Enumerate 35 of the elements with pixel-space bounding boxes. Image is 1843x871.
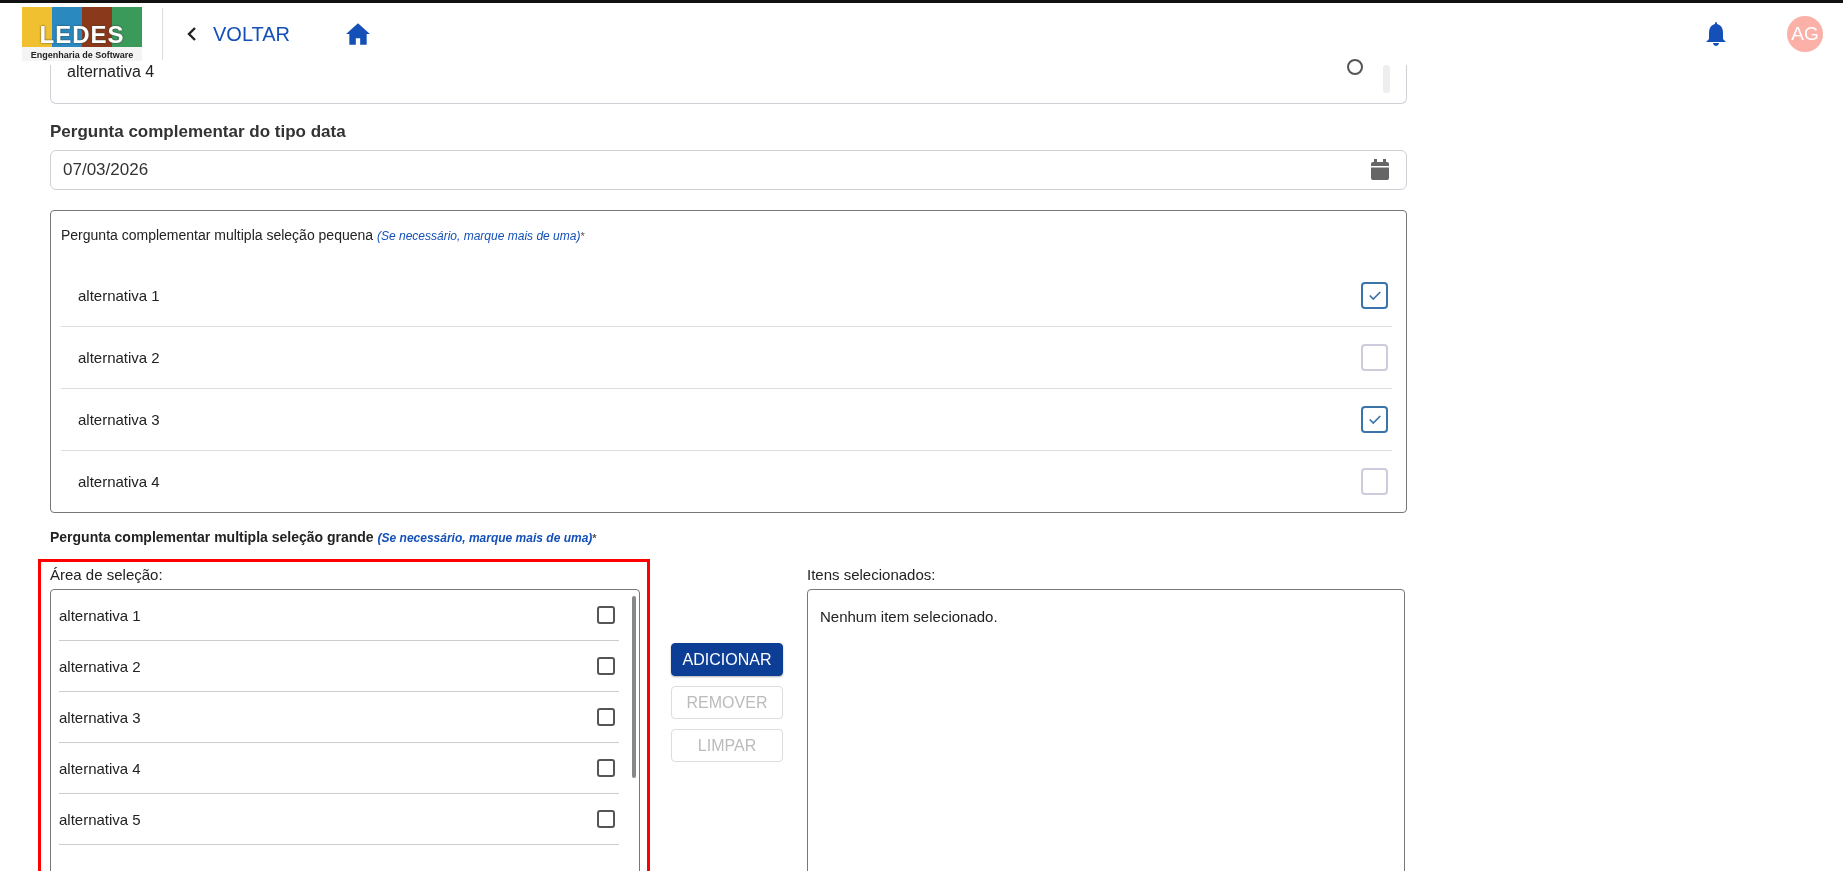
- checkmark-icon: [1367, 290, 1382, 301]
- home-icon[interactable]: [345, 22, 372, 46]
- checkbox[interactable]: [597, 810, 615, 828]
- option-label: alternativa 2: [78, 349, 160, 366]
- checkbox[interactable]: [597, 759, 615, 777]
- question-label: Pergunta complementar do tipo data: [50, 122, 347, 142]
- action-button[interactable]: ADICIONAR: [671, 643, 783, 676]
- notification-bell-icon[interactable]: [1705, 21, 1727, 47]
- area-label: Área de seleção:: [50, 566, 164, 583]
- checkbox[interactable]: [1361, 282, 1388, 309]
- option-label: alternativa 4: [78, 473, 160, 490]
- option-label: alternativa 3: [78, 411, 160, 428]
- checkbox[interactable]: [597, 657, 615, 675]
- option-label: alternativa 1: [78, 287, 160, 304]
- checkbox[interactable]: [1361, 406, 1388, 433]
- chevron-left-icon: [187, 26, 197, 42]
- empty-message: Nenhum item selecionado.: [820, 608, 998, 625]
- back-link[interactable]: VOLTAR: [187, 18, 291, 50]
- question-title: Pergunta complementar multipla seleção pequena (Se necessário, marque mais de uma)*: [61, 227, 586, 243]
- calendar-icon[interactable]: [1370, 159, 1390, 181]
- checkbox[interactable]: [597, 606, 615, 624]
- option-label: alternativa 4: [67, 63, 156, 81]
- option-label: alternativa 5: [59, 810, 141, 828]
- option-label: alternativa 4: [59, 759, 141, 777]
- option-label: alternativa 3: [59, 708, 141, 726]
- radio-button[interactable]: [1347, 59, 1363, 75]
- option-label: alternativa 1: [59, 606, 141, 624]
- question-title: Pergunta complementar multipla seleção grande (Se necessário, marque mais de uma)*: [50, 529, 598, 545]
- date-field[interactable]: 07/03/2026: [50, 150, 1407, 190]
- checkbox[interactable]: [597, 708, 615, 726]
- logo: LEDES Engenharia de Software: [22, 7, 142, 61]
- option-label: alternativa 2: [59, 657, 141, 675]
- area-label: Itens selecionados:: [807, 566, 937, 583]
- checkmark-icon: [1367, 414, 1382, 425]
- scrollbar-thumb[interactable]: [632, 596, 636, 778]
